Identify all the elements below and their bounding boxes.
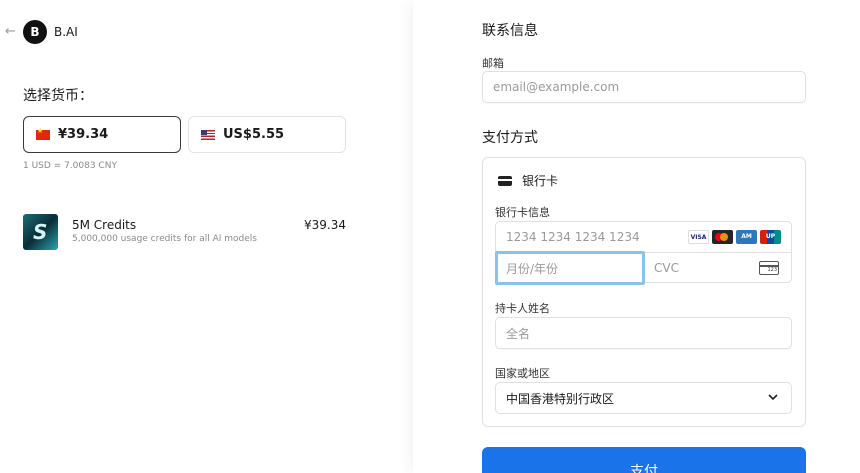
product-description: 5,000,000 usage credits for all AI model… — [72, 234, 257, 244]
payment-method-label: 银行卡 — [522, 174, 559, 188]
order-summary-panel: ← B B.AI 选择货币： ¥39.34 US$5.55 1 USD = 7.… — [0, 0, 413, 473]
chevron-down-icon — [768, 394, 778, 401]
credit-card-icon — [498, 175, 512, 186]
cardholder-name-label: 持卡人姓名 — [495, 302, 550, 315]
card-number-input[interactable]: 1234 1234 1234 1234 — [506, 222, 640, 252]
brand-logo-icon: B — [23, 20, 47, 44]
country-select[interactable]: 中国香港特别行政区 — [495, 382, 792, 414]
card-info-label: 银行卡信息 — [495, 206, 550, 219]
visa-icon: VISA — [688, 230, 709, 244]
card-brands: VISA AM UP — [688, 230, 781, 244]
product-price: ¥39.34 — [304, 218, 346, 232]
cvc-card-icon: 123 — [759, 261, 779, 275]
mastercard-icon — [712, 230, 733, 244]
amex-icon: AM — [736, 230, 757, 244]
exchange-rate: 1 USD = 7.0083 CNY — [23, 161, 117, 171]
email-placeholder: email@example.com — [493, 80, 620, 94]
email-label: 邮箱 — [482, 57, 504, 70]
checkout-panel: 联系信息 邮箱 email@example.com 支付方式 银行卡 银行卡信息… — [413, 0, 860, 473]
cvc-input[interactable]: CVC — [654, 253, 679, 283]
expiry-input[interactable]: 月份/年份 — [495, 251, 645, 285]
product-image — [23, 214, 58, 250]
currency-option-cny[interactable]: ¥39.34 — [23, 116, 181, 153]
back-arrow-icon[interactable]: ← — [5, 24, 19, 40]
product-name: 5M Credits — [72, 218, 137, 232]
currency-option-usd[interactable]: US$5.55 — [188, 116, 346, 153]
card-info-group: 1234 1234 1234 1234 VISA AM UP 月份/年份 CVC… — [495, 221, 792, 285]
cardholder-name-field[interactable]: 全名 — [495, 317, 792, 349]
email-field[interactable]: email@example.com — [482, 71, 806, 103]
cardholder-name-placeholder: 全名 — [506, 326, 531, 341]
currency-option-label: US$5.55 — [223, 127, 285, 142]
contact-section-title: 联系信息 — [482, 23, 538, 39]
payment-section-title: 支付方式 — [482, 130, 538, 146]
pay-button[interactable]: 支付 — [482, 447, 806, 473]
brand-name: B.AI — [54, 25, 78, 39]
us-flag-icon — [201, 129, 215, 140]
cn-flag-icon — [36, 127, 50, 140]
country-label: 国家或地区 — [495, 367, 550, 380]
unionpay-icon: UP — [760, 230, 781, 244]
currency-option-label: ¥39.34 — [58, 127, 109, 142]
country-value: 中国香港特别行政区 — [506, 391, 615, 406]
currency-label: 选择货币： — [23, 88, 93, 104]
payment-method-card[interactable]: 银行卡 — [498, 172, 558, 189]
